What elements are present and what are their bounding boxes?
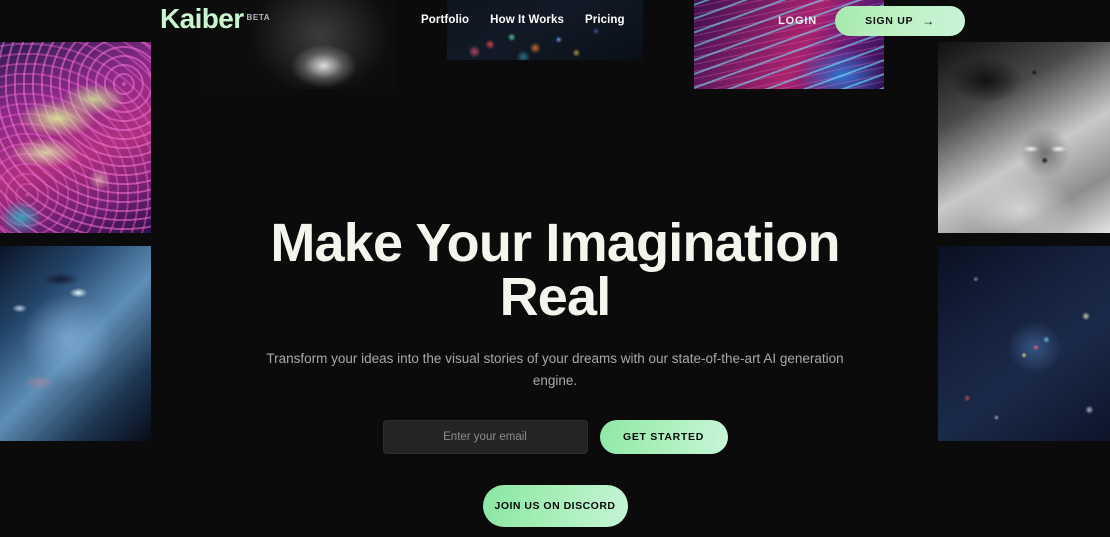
gallery-image-dark-blue-cosmic-abstract xyxy=(938,246,1110,441)
join-discord-button[interactable]: JOIN US ON DISCORD xyxy=(482,485,628,527)
login-link[interactable]: LOGIN xyxy=(778,15,817,27)
email-signup-form: GET STARTED xyxy=(382,420,728,454)
nav-link-how-it-works[interactable]: How It Works xyxy=(490,14,564,26)
nav-links: Portfolio How It Works Pricing xyxy=(421,14,625,26)
nav-link-pricing[interactable]: Pricing xyxy=(585,14,625,26)
sign-up-button[interactable]: SIGN UP → xyxy=(835,6,965,36)
page-title: Make Your Imagination Real xyxy=(270,213,840,327)
brand-name: Kaiber xyxy=(160,3,244,34)
email-input[interactable] xyxy=(382,420,588,454)
sign-up-button-label: SIGN UP xyxy=(865,15,914,27)
brand-logo[interactable]: Kaiber BETA xyxy=(160,4,270,34)
get-started-button[interactable]: GET STARTED xyxy=(599,420,728,454)
beta-badge: BETA xyxy=(246,13,271,22)
hero-subtitle: Transform your ideas into the visual sto… xyxy=(266,351,844,388)
nav-link-portfolio[interactable]: Portfolio xyxy=(421,14,469,26)
gallery-image-blue-toned-woman-portrait xyxy=(0,246,151,441)
gallery-image-psychedelic-astronaut-clouds xyxy=(0,42,151,233)
landing-page: Kaiber BETA Portfolio How It Works Prici… xyxy=(0,0,1110,537)
gallery-image-monochrome-foxes-in-smoke xyxy=(938,42,1110,233)
arrow-right-icon: → xyxy=(922,14,935,28)
nav-account-actions: LOGIN SIGN UP → xyxy=(778,6,965,36)
top-navigation-bar: Kaiber BETA Portfolio How It Works Prici… xyxy=(0,0,1110,42)
